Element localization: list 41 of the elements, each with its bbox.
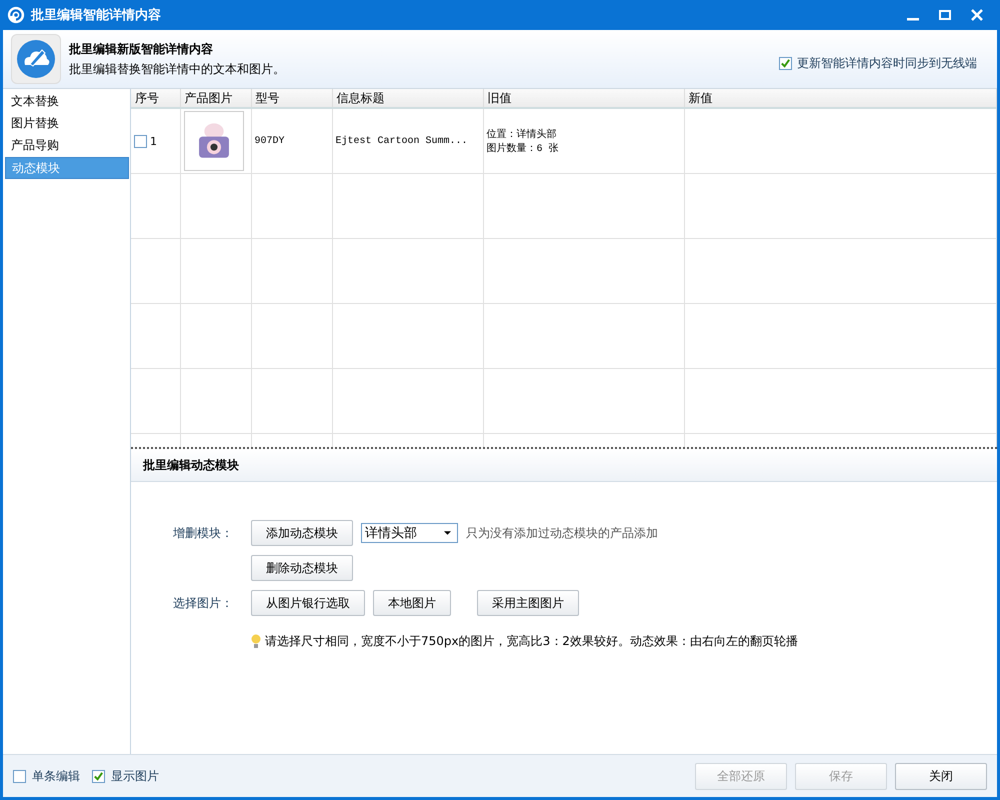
hint-text: 只为没有添加过动态模块的产品添加 [466,524,658,542]
edit-cloud-icon [11,34,61,84]
checkbox-label: 单条编辑 [32,768,80,784]
table-cell: Ejtest Cartoon Summ... [332,108,483,174]
sidebar-item[interactable]: 图片替换 [5,113,129,133]
column-header: 产品图片 [180,89,251,108]
field-label: 增删模块： [173,524,234,542]
column-header: 信息标题 [332,89,483,108]
maximize-icon[interactable] [939,9,951,21]
add-module-button[interactable]: 添加动态模块 [251,520,353,546]
checkbox[interactable] [779,56,792,70]
table-cell: 907DY [251,108,332,174]
table-cell-text: 位置：详情头部 [486,128,558,141]
footer-button[interactable]: 关闭 [895,762,987,790]
field-label: 选择图片： [173,594,234,612]
close-icon[interactable] [971,9,983,21]
app-logo-icon [7,6,25,24]
image-source-button[interactable]: 从图片银行选取 [251,590,365,616]
checkbox[interactable] [92,770,105,782]
row-number: 1 [150,134,157,148]
sidebar-item[interactable]: 文本替换 [5,91,129,111]
lightbulb-icon [251,634,261,650]
checkbox[interactable] [134,134,147,148]
header-title: 批里编辑新版智能详情内容 [69,40,214,58]
image-source-button[interactable]: 本地图片 [373,590,451,616]
position-dropdown[interactable]: 详情头部 [361,523,458,543]
delete-module-button[interactable]: 删除动态模块 [251,555,353,581]
column-header: 序号 [131,89,180,108]
header-subtitle: 批里编辑替换智能详情中的文本和图片。 [69,60,285,78]
column-header: 旧值 [483,89,684,108]
table-cell-text: 图片数量：6 张 [486,142,560,155]
sidebar-item[interactable]: 产品导购 [5,135,129,155]
column-header: 型号 [251,89,332,108]
tip-text: 请选择尺寸相同，宽度不小于750px的图片，宽高比3：2效果较好。动态效果：由右向左的翻页轮播 [265,633,798,650]
checkbox[interactable] [13,770,26,782]
image-source-button[interactable]: 采用主图图片 [477,590,579,616]
checkbox-label: 更新智能详情内容时同步到无线端 [797,54,977,72]
column-header: 新值 [684,89,996,108]
caret-icon [444,531,451,535]
checkbox-label: 显示图片 [111,768,159,784]
window-title: 批里编辑智能详情内容 [31,6,161,24]
